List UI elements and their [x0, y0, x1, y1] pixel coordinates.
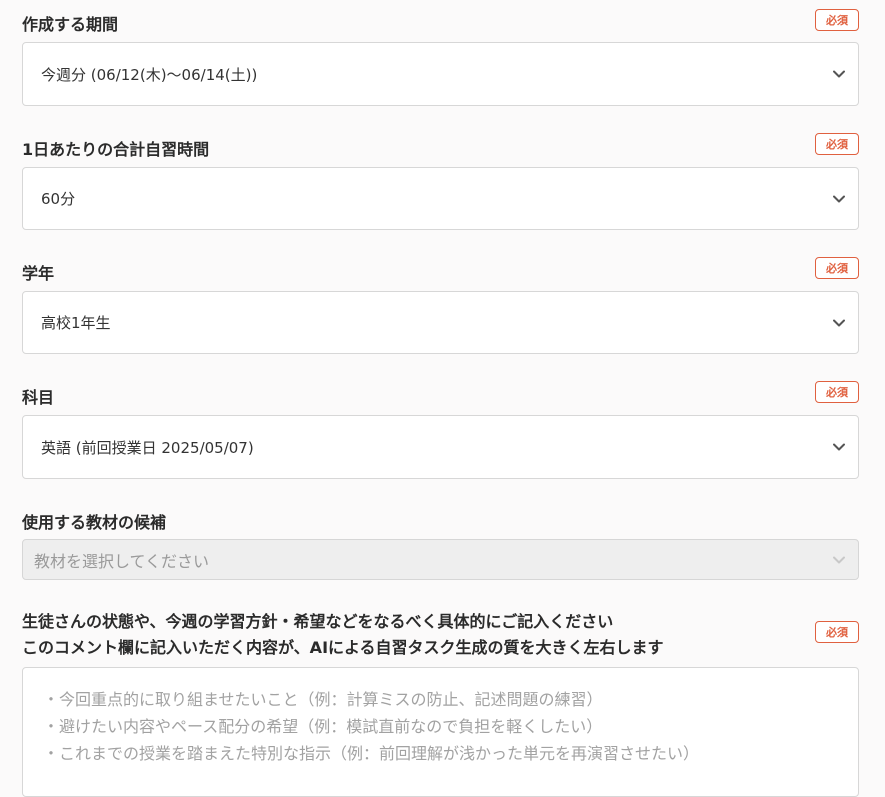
- grade-label: 学年: [22, 264, 55, 283]
- comment-label-line2: このコメント欄に記入いただく内容が、AIによる自習タスク生成の質を大きく左右しま…: [22, 638, 664, 657]
- chevron-down-icon: [833, 443, 845, 451]
- comment-label-line1: 生徒さんの状態や、今週の学習方針・希望などをなるべく具体的にご記入ください: [22, 612, 614, 631]
- subject-select-value: 英語 (前回授業日 2025/05/07): [41, 438, 254, 457]
- required-badge: 必須: [815, 381, 859, 403]
- grade-select-value: 高校1年生: [41, 314, 111, 332]
- grade-select[interactable]: 高校1年生: [22, 291, 859, 354]
- subject-field: 科目 必須 英語 (前回授業日 2025/05/07): [22, 381, 859, 479]
- period-label: 作成する期間: [22, 15, 119, 34]
- period-select-value: 今週分 (06/12(木)〜06/14(土)): [41, 65, 258, 84]
- materials-select-placeholder: 教材を選択してください: [34, 551, 210, 571]
- materials-field: 使用する教材の候補 教材を選択してください: [22, 506, 859, 580]
- study-time-label: 1日あたりの合計自習時間: [22, 140, 210, 159]
- placeholder-line: ・避けたい内容やペース配分の希望（例：模試直前なので負担を軽くしたい）: [43, 717, 603, 736]
- materials-label: 使用する教材の候補: [22, 513, 167, 532]
- period-select[interactable]: 今週分 (06/12(木)〜06/14(土)): [22, 42, 859, 106]
- chevron-down-icon: [833, 70, 845, 78]
- chevron-down-icon: [833, 195, 845, 203]
- comment-textarea[interactable]: ・今回重点的に取り組ませたいこと（例：計算ミスの防止、記述問題の練習） ・避けた…: [22, 667, 859, 797]
- required-badge: 必須: [815, 621, 859, 643]
- grade-field: 学年 必須 高校1年生: [22, 257, 859, 354]
- study-time-select[interactable]: 60分: [22, 167, 859, 230]
- placeholder-line: ・今回重点的に取り組ませたいこと（例：計算ミスの防止、記述問題の練習）: [43, 690, 603, 709]
- materials-select[interactable]: 教材を選択してください: [22, 539, 859, 580]
- required-badge: 必須: [815, 257, 859, 279]
- required-badge: 必須: [815, 9, 859, 31]
- subject-select[interactable]: 英語 (前回授業日 2025/05/07): [22, 415, 859, 479]
- comment-field: 生徒さんの状態や、今週の学習方針・希望などをなるべく具体的にご記入ください この…: [22, 606, 859, 797]
- subject-label: 科目: [22, 388, 55, 407]
- study-time-field: 1日あたりの合計自習時間 必須 60分: [22, 133, 859, 230]
- placeholder-line: ・これまでの授業を踏まえた特別な指示（例：前回理解が浅かった単元を再演習させたい…: [43, 744, 700, 763]
- chevron-down-icon: [833, 319, 845, 327]
- required-badge: 必須: [815, 133, 859, 155]
- study-time-select-value: 60分: [41, 190, 76, 208]
- chevron-down-icon: [833, 556, 845, 564]
- period-field: 作成する期間 必須 今週分 (06/12(木)〜06/14(土)): [22, 8, 859, 106]
